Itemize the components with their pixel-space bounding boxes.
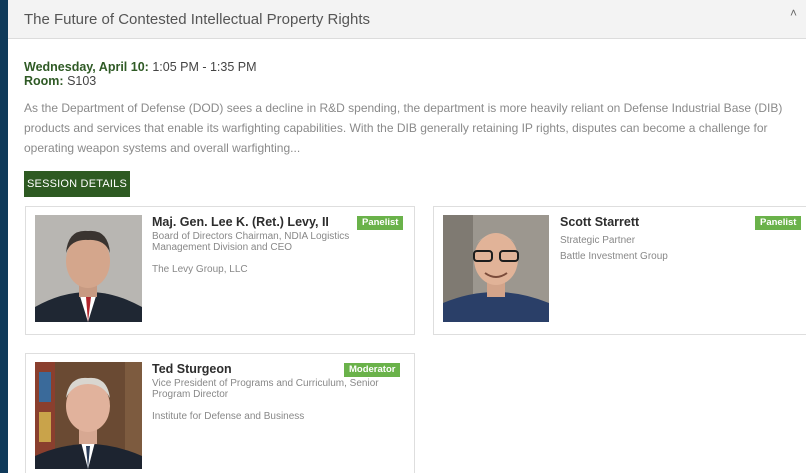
speaker-photo <box>35 215 142 322</box>
role-badge: Panelist <box>755 216 802 230</box>
speaker-name[interactable]: Maj. Gen. Lee K. (Ret.) Levy, II <box>152 215 329 229</box>
speaker-card[interactable]: Maj. Gen. Lee K. (Ret.) Levy, II Panelis… <box>25 206 415 335</box>
speaker-photo <box>35 362 142 469</box>
speaker-name[interactable]: Ted Sturgeon <box>152 362 232 376</box>
session-header[interactable]: The Future of Contested Intellectual Pro… <box>8 0 806 39</box>
session-room-line: Room: S103 <box>24 74 257 88</box>
role-badge: Panelist <box>357 216 404 230</box>
session-datetime: Wednesday, April 10: 1:05 PM - 1:35 PM <box>24 60 257 74</box>
session-description: As the Department of Defense (DOD) sees … <box>24 101 783 155</box>
room-label: Room: <box>24 74 64 88</box>
session-panel: The Future of Contested Intellectual Pro… <box>8 0 806 473</box>
speaker-org: The Levy Group, LLC <box>152 264 248 275</box>
speaker-card[interactable]: Ted Sturgeon Moderator Vice President of… <box>25 353 415 473</box>
speaker-title: Strategic Partner <box>560 235 636 246</box>
session-title: The Future of Contested Intellectual Pro… <box>24 10 371 28</box>
speaker-org: Institute for Defense and Business <box>152 411 305 422</box>
speaker-org: Battle Investment Group <box>560 251 668 262</box>
speaker-title: Board of Directors Chairman, NDIA Logist… <box>152 231 350 253</box>
speaker-name[interactable]: Scott Starrett <box>560 215 639 229</box>
speaker-title: Vice President of Programs and Curriculu… <box>152 378 379 400</box>
speaker-card[interactable]: Scott Starrett Panelist Strategic Partne… <box>433 206 806 335</box>
session-date: Wednesday, April 10 <box>24 60 145 74</box>
session-meta: Wednesday, April 10: 1:05 PM - 1:35 PM R… <box>24 60 257 88</box>
speaker-photo <box>443 215 549 322</box>
session-time: 1:05 PM - 1:35 PM <box>152 60 257 74</box>
session-details-button[interactable]: SESSION DETAILS <box>24 171 130 197</box>
role-badge: Moderator <box>344 363 401 377</box>
session-room: S103 <box>67 74 97 88</box>
chevron-up-icon[interactable]: ˄ <box>790 6 804 20</box>
